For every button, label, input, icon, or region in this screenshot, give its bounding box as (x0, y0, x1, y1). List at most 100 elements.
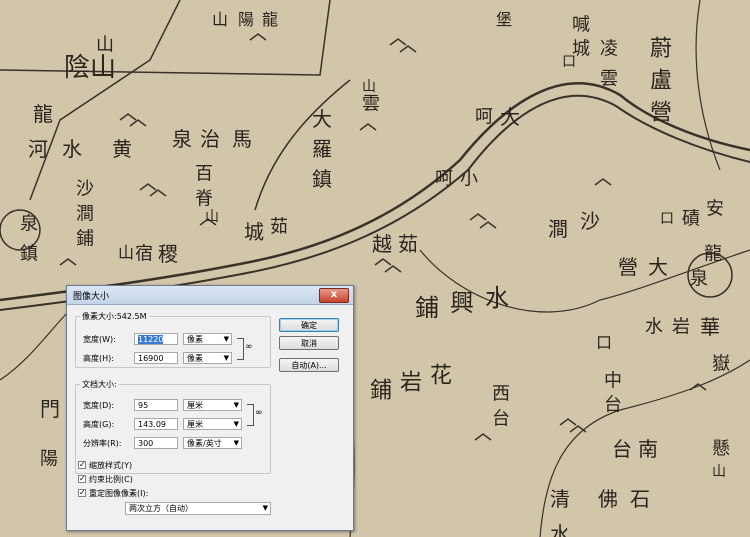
chevron-down-icon: ▼ (233, 420, 239, 428)
resolution-input[interactable]: 300 (134, 437, 178, 449)
map-place-label: 沙 (580, 209, 600, 233)
map-place-label: 堡 (496, 10, 512, 29)
map-place-label: 磧 (682, 208, 700, 229)
map-place-label: 鎮 (20, 243, 38, 264)
close-icon: x (330, 289, 338, 300)
map-place-label: 泉 (690, 268, 708, 289)
map-place-label: 山 (712, 464, 726, 480)
constrain-link-bracket (247, 404, 254, 426)
constrain-checkbox[interactable]: ✓ (78, 475, 86, 483)
pixel-width-input[interactable]: 11220 (134, 333, 178, 345)
pixel-width-label: 宽度(W): (83, 335, 116, 344)
map-place-label: 中 (604, 370, 622, 391)
cancel-button[interactable]: 取消 (279, 336, 339, 350)
map-place-label: 茹 (270, 216, 288, 237)
doc-height-unit-select[interactable]: 厘米 ▼ (183, 418, 242, 430)
map-place-label: 蔚 (650, 37, 672, 62)
dialog-titlebar[interactable]: 图像大小 x (67, 286, 353, 305)
map-place-label: 大 (648, 255, 668, 279)
map-place-label: 河 (28, 137, 48, 161)
pixel-width-unit-select[interactable]: 像素 ▼ (183, 333, 232, 345)
map-place-label: 馬 (232, 127, 252, 151)
map-place-label: 清 (550, 487, 570, 511)
image-size-dialog: 图像大小 x 像素大小:542.5M 宽度(W): 11220 像素 ▼ 高度(H… (66, 285, 354, 531)
map-place-label: 南 (638, 437, 658, 461)
doc-height-input[interactable]: 143.09 (134, 418, 178, 430)
document-size-header: 文档大小: (80, 379, 119, 390)
map-place-label: 山 (212, 10, 228, 29)
chevron-down-icon: ▼ (233, 439, 239, 447)
map-place-label: 華 (700, 315, 720, 339)
map-place-label: 小 (460, 168, 478, 189)
map-place-label: 大 (500, 105, 520, 129)
map-place-label: 龍 (33, 102, 53, 126)
doc-height-label: 高度(G): (83, 420, 115, 429)
scale-styles-checkbox[interactable]: ✓ (78, 461, 86, 469)
map-place-label: 泉 (172, 127, 192, 151)
doc-width-label: 宽度(D): (83, 401, 115, 410)
map-place-label: 龍 (262, 10, 278, 29)
map-place-label: 脊 (195, 188, 213, 209)
map-place-label: 岩 (672, 316, 690, 337)
map-place-label: 岩 (400, 371, 422, 396)
dialog-title: 图像大小 (73, 292, 110, 302)
ok-button[interactable]: 确定 (279, 318, 339, 332)
map-place-label: 治 (200, 127, 220, 151)
map-place-label: 口 (596, 333, 612, 352)
map-place-label: 雲 (600, 68, 618, 89)
pixel-height-input[interactable]: 16900 (134, 352, 178, 364)
map-place-label: 花 (430, 364, 452, 389)
map-place-label: 鎮 (312, 167, 332, 191)
map-place-label: 沙 (76, 178, 94, 199)
map-place-label: 茹 (398, 232, 418, 256)
map-place-label: 百 (195, 163, 213, 184)
map-place-label: 雲 (362, 93, 380, 114)
map-place-label: 陰山 (64, 53, 116, 83)
pixel-dimensions-header: 像素大小:542.5M (80, 311, 149, 322)
chevron-down-icon: ▼ (262, 504, 268, 512)
map-place-label: 台 (604, 394, 622, 415)
doc-width-unit-select[interactable]: 厘米 ▼ (183, 399, 242, 411)
map-place-label: 凌 (600, 38, 618, 59)
pixel-height-unit-select[interactable]: 像素 ▼ (183, 352, 232, 364)
map-place-label: 澗 (548, 217, 568, 241)
map-place-label: 黄 (112, 137, 132, 161)
map-place-label: 佛 (598, 487, 618, 511)
map-place-label: 西 (492, 383, 510, 404)
map-place-label: 羅 (312, 137, 332, 161)
map-place-label: 鋪 (76, 228, 94, 249)
resolution-unit-select[interactable]: 像素/英寸 ▼ (183, 437, 242, 449)
auto-button[interactable]: 自动(A)... (279, 358, 339, 372)
map-place-label: 營 (650, 101, 672, 126)
map-place-label: 越 (372, 232, 392, 256)
close-button[interactable]: x (319, 288, 349, 303)
pixel-height-label: 高度(H): (83, 354, 114, 363)
map-place-label: 安 (706, 198, 724, 219)
chevron-down-icon: ▼ (223, 335, 229, 343)
map-place-label: 懸 (712, 438, 730, 459)
map-place-label: 營 (618, 255, 638, 279)
constrain-link-bracket (237, 338, 244, 360)
map-place-label: 陽 (40, 448, 58, 469)
map-place-label: 稷 (158, 242, 178, 266)
scale-styles-label: 缩放样式(Y) (89, 461, 133, 470)
map-place-label: 口 (562, 54, 576, 70)
map-place-label: 興 (450, 289, 474, 317)
map-place-label: 嶽 (712, 353, 730, 374)
map-place-label: 水 (62, 137, 82, 161)
map-place-label: 盧 (650, 69, 672, 94)
resample-checkbox[interactable]: ✓ (78, 489, 86, 497)
map-place-label: 台 (612, 437, 632, 461)
map-place-label: 呵 (435, 168, 453, 189)
resample-method-select[interactable]: 两次立方（自动） ▼ (125, 502, 271, 515)
map-place-label: 台 (492, 408, 510, 429)
map-place-label: 山 (205, 209, 219, 225)
doc-width-input[interactable]: 95 (134, 399, 178, 411)
map-place-label: 水 (645, 316, 663, 337)
map-place-label: 城 (244, 220, 264, 244)
map-place-label: 鋪 (370, 379, 392, 404)
map-place-label: 水 (485, 284, 509, 312)
chevron-down-icon: ▼ (223, 354, 229, 362)
map-place-label: 鋪 (415, 294, 439, 322)
chevron-down-icon: ▼ (233, 401, 239, 409)
